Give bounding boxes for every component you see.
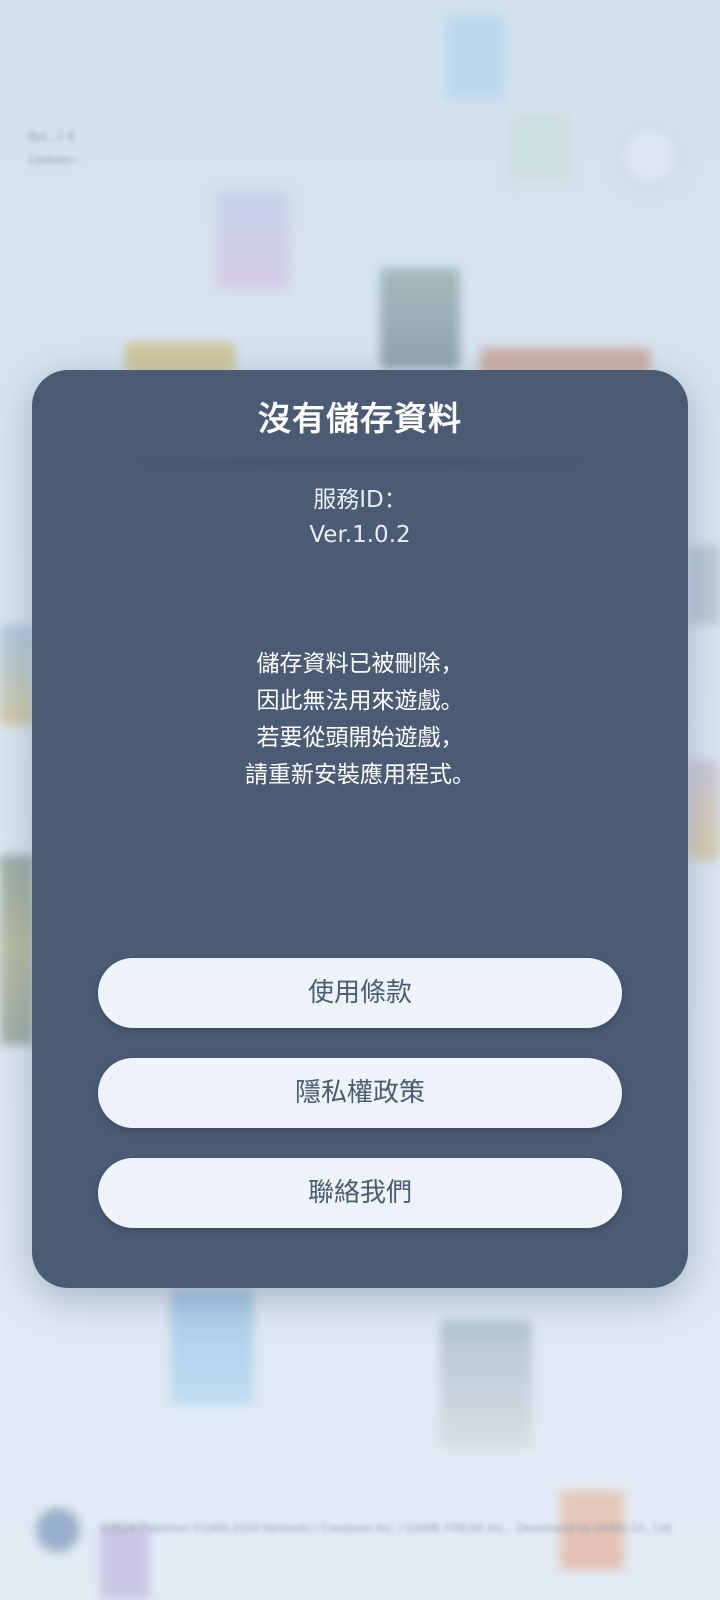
background-card (688, 545, 720, 625)
background-card (0, 855, 34, 1045)
no-save-data-dialog: 沒有儲存資料 服務ID： Ver.1.0.2 儲存資料已被刪除， 因此無法用來遊… (32, 370, 688, 1288)
terms-of-use-button[interactable]: 使用條款 (98, 958, 622, 1028)
contact-us-button[interactable]: 聯絡我們 (98, 1158, 622, 1228)
title-divider (142, 460, 578, 464)
message-line: 請重新安裝應用程式。 (245, 762, 475, 788)
privacy-policy-button[interactable]: 隱私權政策 (98, 1058, 622, 1128)
message-line: 因此無法用來遊戲。 (256, 688, 464, 714)
message-line: 若要從頭開始遊戲， (256, 725, 464, 751)
background-text: Ba...l 4 (28, 128, 75, 145)
background-card (216, 190, 290, 290)
background-card (440, 1320, 532, 1450)
dialog-title: 沒有儲存資料 (258, 399, 462, 438)
copyright-text: ©2024 Pokémon ©1995-2024 Nintendo / Crea… (100, 1521, 674, 1535)
background-card (170, 1290, 254, 1405)
background-logo (36, 1508, 80, 1552)
app-screen: Ba...l 4 Update+ ©2024 Pokémon ©1995-202… (0, 0, 720, 1600)
service-id-label: 服務ID： (313, 487, 407, 513)
background-card (380, 268, 460, 368)
background-ring (612, 118, 688, 194)
version-label: Ver.1.0.2 (309, 522, 411, 548)
message-line: 儲存資料已被刪除， (256, 651, 464, 677)
background-text: Update+ (28, 152, 78, 167)
background-card (125, 342, 235, 372)
dialog-message: 儲存資料已被刪除， 因此無法用來遊戲。 若要從頭開始遊戲， 請重新安裝應用程式。 (32, 646, 688, 794)
background-card (688, 760, 720, 860)
background-card (0, 625, 34, 725)
background-card (510, 112, 570, 182)
background-card (445, 15, 505, 100)
